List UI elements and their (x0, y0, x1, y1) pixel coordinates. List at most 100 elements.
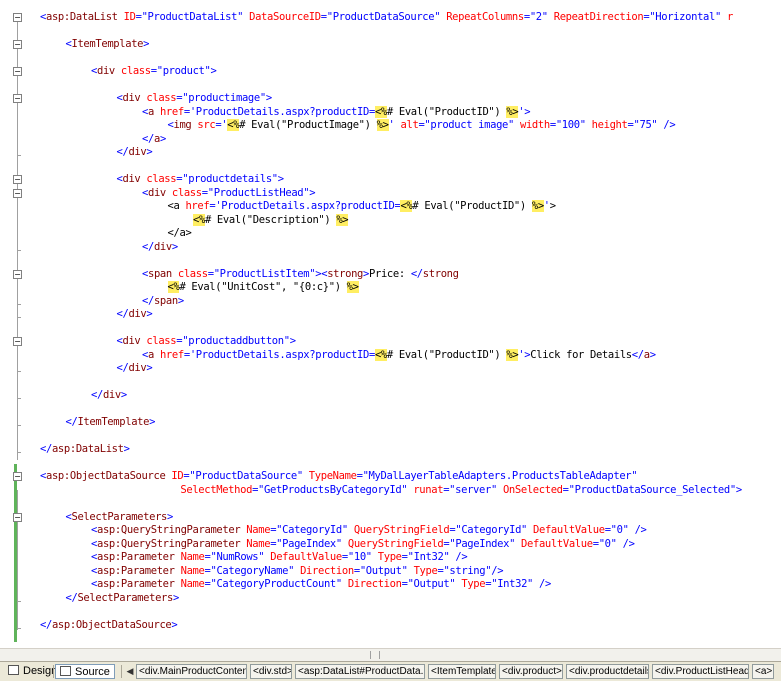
breadcrumb-tag[interactable]: <ItemTemplate> (428, 664, 496, 679)
code-line[interactable]: <asp:Parameter Name="CategoryProductCoun… (91, 578, 551, 591)
breadcrumb-tag[interactable]: <asp:DataList#ProductData...> (295, 664, 425, 679)
breadcrumb-tag[interactable]: <div.std> (250, 664, 292, 679)
collapse-toggle-icon[interactable]: − (13, 337, 22, 346)
code-token: "server" (449, 483, 497, 496)
code-line[interactable]: </span> (142, 295, 184, 308)
design-view-icon (8, 665, 19, 675)
code-line[interactable]: <div class="productaddbutton"> (117, 335, 297, 348)
outline-tick (17, 425, 21, 426)
code-token: "productaddbutton" (182, 335, 290, 347)
code-token: asp:DataList (51, 443, 124, 455)
code-token: 'ProductDetails.aspx?productID= (189, 348, 375, 361)
code-line[interactable]: </div> (142, 241, 178, 254)
code-line[interactable]: <img src='<%# Eval("ProductImage") %>' a… (168, 119, 676, 132)
source-view-button[interactable]: Source (55, 664, 115, 679)
code-token: /> (657, 119, 676, 131)
server-tag-delimiter: %> (506, 348, 519, 361)
collapse-toggle-icon[interactable]: − (13, 188, 22, 198)
collapse-toggle-icon[interactable]: − (13, 175, 22, 184)
code-line[interactable]: </div> (117, 362, 153, 375)
code-line[interactable]: SelectMethod="GetProductsByCategoryId" r… (180, 483, 742, 497)
breadcrumb-tag[interactable]: <div.MainProductContent> (136, 664, 247, 679)
code-token: "GetProductsByCategoryId" (258, 483, 408, 496)
code-line[interactable]: <a href='ProductDetails.aspx?productID=<… (168, 200, 556, 213)
code-line[interactable]: <div class="product"> (91, 65, 217, 78)
code-token: DefaultValue (533, 524, 605, 536)
collapse-toggle-icon[interactable]: − (13, 512, 22, 522)
code-token: > (171, 240, 178, 253)
scrollbar-grip[interactable] (370, 651, 380, 659)
horizontal-scrollbar[interactable] (0, 648, 781, 661)
code-line[interactable]: <asp:Parameter Name="NumRows" DefaultVal… (91, 551, 468, 564)
server-tag-delimiter: <% (374, 348, 387, 361)
outline-tick (17, 600, 21, 602)
code-token: DefaultValue (270, 551, 342, 563)
outline-line (17, 20, 18, 460)
code-token: Direction (300, 564, 354, 577)
code-line[interactable]: <asp:QueryStringParameter Name="Category… (91, 524, 647, 537)
code-token: </ (91, 389, 103, 401)
code-token: /> (533, 578, 551, 590)
code-line[interactable]: </div> (117, 146, 153, 159)
code-line[interactable]: </asp:ObjectDataSource> (40, 618, 178, 632)
code-line[interactable]: </ItemTemplate> (66, 416, 156, 429)
breadcrumb-tag[interactable]: <div.product> (499, 664, 563, 679)
code-line[interactable]: </asp:DataList> (40, 443, 130, 456)
code-token: > (146, 362, 153, 374)
code-token: "ProductDataList" (141, 11, 244, 23)
code-token: "productimage" (182, 92, 266, 104)
code-token: </ (631, 348, 644, 361)
code-token: img (173, 119, 192, 131)
code-token: Type (413, 564, 438, 577)
collapse-toggle-icon[interactable]: − (13, 40, 22, 49)
code-token: # Eval("ProductID") (386, 348, 507, 361)
outline-tick (17, 398, 21, 399)
collapse-toggle-icon[interactable]: − (13, 269, 22, 279)
collapse-toggle-icon[interactable]: − (13, 472, 22, 481)
code-line[interactable]: </a> (168, 227, 192, 240)
code-line[interactable]: </div> (91, 389, 127, 402)
code-token: > (173, 591, 179, 604)
code-token: "Horizontal" (649, 11, 721, 23)
breadcrumb-tag[interactable]: <a> (752, 664, 774, 679)
code-line[interactable]: <a href='ProductDetails.aspx?productID=<… (142, 348, 656, 362)
code-line[interactable]: <span class="ProductListItem"><strong>Pr… (142, 268, 459, 281)
code-token: "10" (347, 551, 372, 563)
code-line[interactable]: <ItemTemplate> (66, 38, 150, 51)
code-token: "CategoryId" (455, 524, 528, 536)
code-line[interactable]: <%# Eval("UnitCost", "{0:c}") %> (167, 281, 359, 294)
code-token: > (177, 294, 184, 307)
code-token: width (519, 119, 550, 131)
code-line[interactable]: <asp:QueryStringParameter Name="PageInde… (91, 538, 635, 551)
collapse-toggle-icon[interactable]: − (13, 13, 22, 22)
collapse-toggle-icon[interactable]: − (13, 94, 22, 103)
code-token: > (549, 200, 556, 212)
breadcrumb-tag[interactable]: <div.productdetails> (566, 664, 649, 679)
code-line[interactable]: <div class="productdetails"> (117, 173, 285, 186)
code-line[interactable]: <div class="ProductListHead"> (142, 187, 316, 200)
code-token: Click for Details (530, 348, 632, 361)
code-token: # Eval("ProductID") (386, 105, 507, 118)
code-line[interactable]: <asp:Parameter Name="CategoryName" Direc… (91, 564, 504, 578)
code-line[interactable]: </div> (117, 308, 153, 321)
code-token: > (735, 483, 742, 496)
server-tag-delimiter: <% (193, 213, 205, 226)
breadcrumb-tag[interactable]: <div.ProductListHead> (652, 664, 749, 679)
code-line[interactable]: <asp:ObjectDataSource ID="ProductDataSou… (40, 470, 638, 483)
code-line[interactable]: <SelectParameters> (66, 511, 174, 524)
code-token: "product" (156, 65, 211, 77)
code-line[interactable]: <div class="productimage"> (117, 92, 273, 105)
code-line[interactable]: </a> (142, 133, 166, 146)
nav-left-icon[interactable]: ◀ (125, 665, 135, 678)
collapse-toggle-icon[interactable]: − (13, 67, 22, 76)
code-line[interactable]: </SelectParameters> (66, 591, 180, 605)
code-token: span (153, 294, 178, 307)
code-line[interactable]: <a href='ProductDetails.aspx?productID=<… (142, 105, 531, 119)
code-token: > (277, 173, 284, 185)
code-token: </ (40, 618, 52, 631)
code-token: </ (40, 443, 52, 455)
code-editor[interactable]: − − − − − − − − − − <asp:DataList ID="ProductData… (0, 0, 781, 648)
code-token: Name (246, 524, 271, 536)
code-line[interactable]: <asp:DataList ID="ProductDataList" DataS… (40, 11, 733, 24)
code-line[interactable]: <%# Eval("Description") %> (193, 213, 349, 227)
